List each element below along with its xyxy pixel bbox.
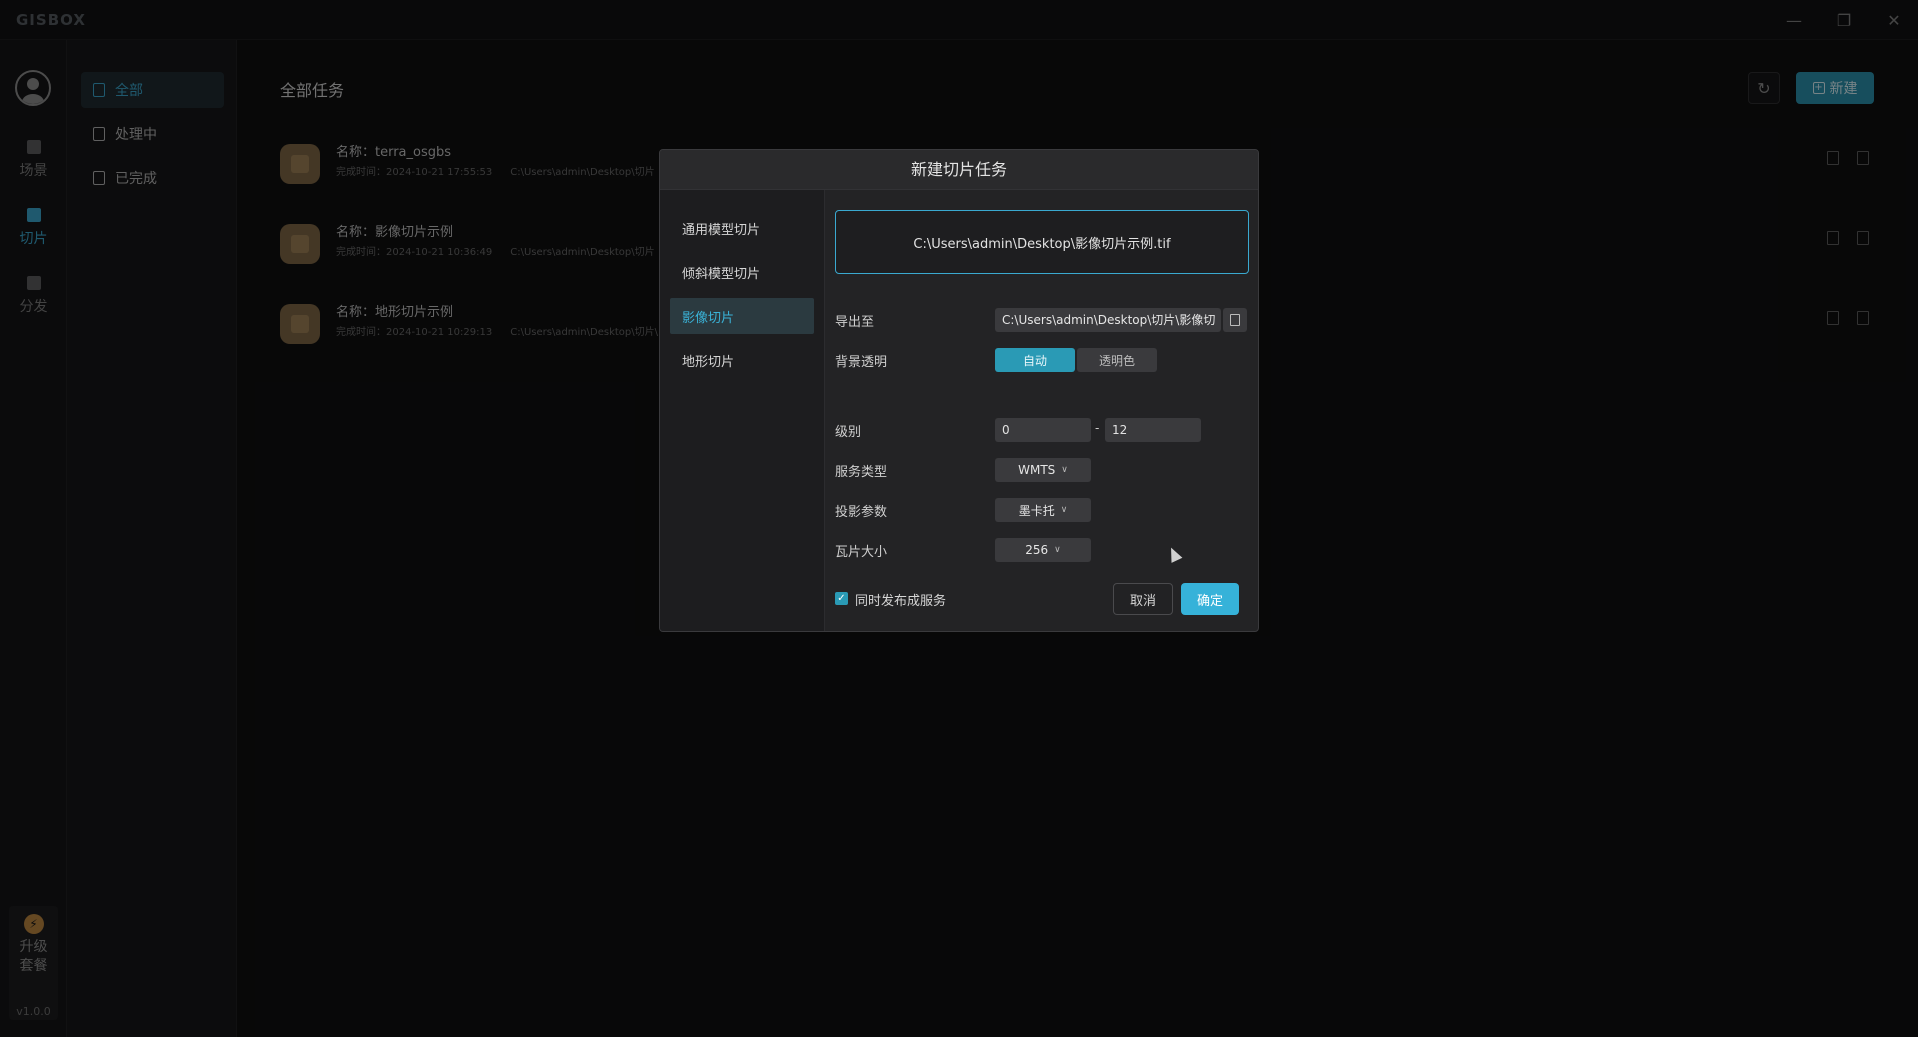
chevron-down-icon: ∨ [1054,545,1061,555]
folder-icon [1230,314,1240,326]
service-type-select[interactable]: WMTS ∨ [995,458,1091,482]
chevron-down-icon: ∨ [1061,465,1068,475]
publish-service-checkbox[interactable]: ✓ [835,592,848,605]
tile-size-value: 256 [1025,543,1049,557]
cancel-button[interactable]: 取消 [1113,583,1173,615]
tab-imagery[interactable]: 影像切片 [670,298,814,334]
tab-oblique-model[interactable]: 倾斜模型切片 [670,254,814,290]
export-path-input[interactable]: C:\Users\admin\Desktop\切片\影像切 [995,308,1221,332]
level-separator: - [1095,421,1100,435]
service-type-value: WMTS [1018,463,1056,477]
level-label: 级别 [835,425,862,440]
bg-transparent-option[interactable]: 透明色 [1077,348,1157,372]
projection-label: 投影参数 [835,505,888,520]
source-file-dropzone[interactable]: C:\Users\admin\Desktop\影像切片示例.tif [835,210,1249,274]
dialog-form: C:\Users\admin\Desktop\影像切片示例.tif 导出至 C:… [825,190,1258,631]
tile-size-label: 瓦片大小 [835,545,888,560]
dialog-title: 新建切片任务 [660,150,1258,190]
projection-select[interactable]: 墨卡托 ∨ [995,498,1091,522]
level-min-input[interactable]: 0 [995,418,1091,442]
publish-service-label[interactable]: 同时发布成服务 [855,590,946,609]
app-window: GISBOX — ❐ ✕ 场景 切片 分发 ⚡ 升级 套餐 v1.0.0 全部 … [0,0,1918,1037]
tab-general-model[interactable]: 通用模型切片 [670,210,814,246]
confirm-button[interactable]: 确定 [1181,583,1239,615]
chevron-down-icon: ∨ [1060,505,1068,515]
level-max-input[interactable]: 12 [1105,418,1201,442]
tab-terrain[interactable]: 地形切片 [670,342,814,378]
tile-type-tabs: 通用模型切片 倾斜模型切片 影像切片 地形切片 [660,190,825,631]
bg-auto-option[interactable]: 自动 [995,348,1075,372]
tile-size-select[interactable]: 256 ∨ [995,538,1091,562]
export-label: 导出至 [835,315,875,330]
browse-button[interactable] [1223,308,1247,332]
projection-value: 墨卡托 [1018,503,1055,518]
background-label: 背景透明 [835,355,888,370]
service-type-label: 服务类型 [835,465,888,480]
